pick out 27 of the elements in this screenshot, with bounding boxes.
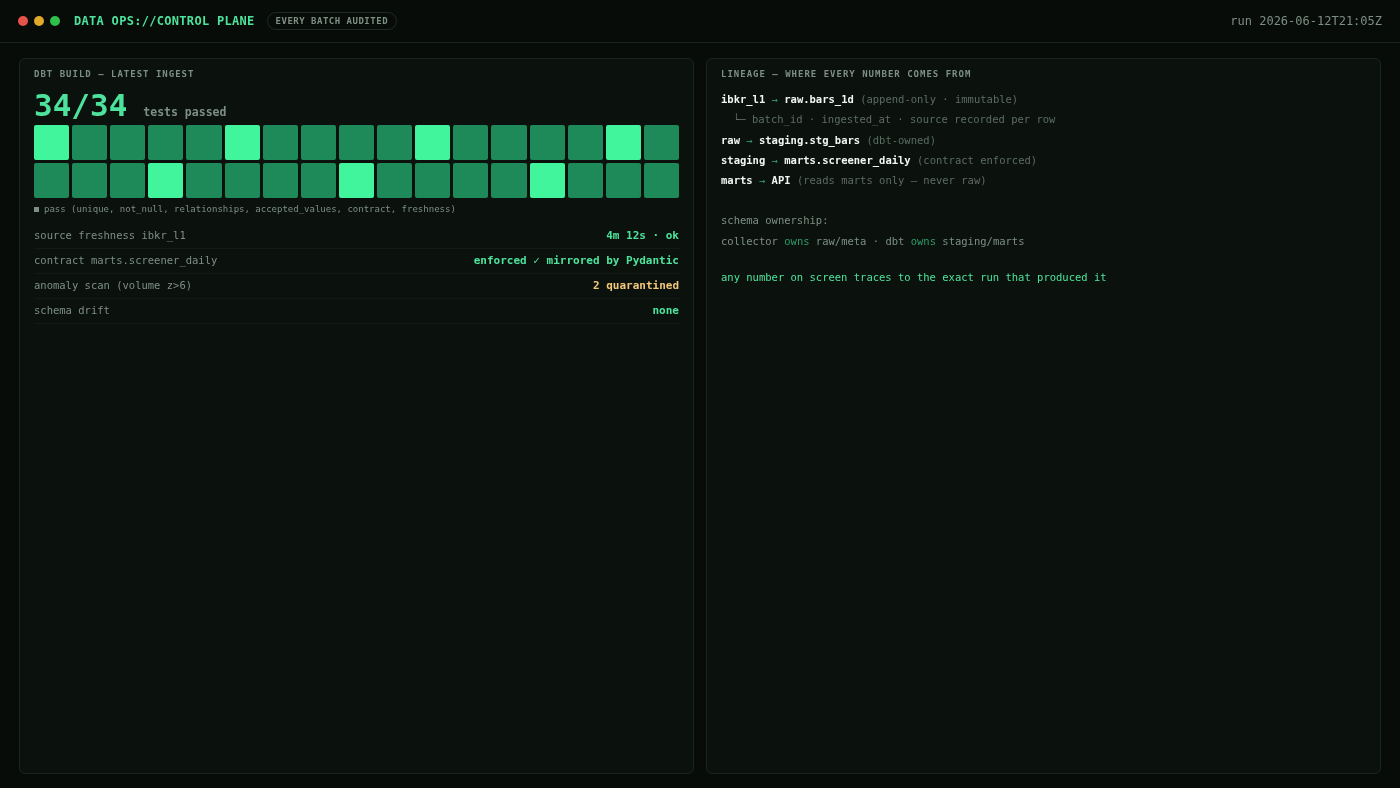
check-value: 4m 12s · ok <box>606 229 679 242</box>
lineage-line: staging → marts.screener_daily (contract enforced) <box>721 152 1039 169</box>
app-title: DATA OPS://CONTROL PLANE <box>74 14 255 28</box>
test-count: 34/34 <box>34 87 128 123</box>
legend-text: pass (unique, not_null, relationships, accepted_values, contract, freshness) <box>44 204 456 214</box>
check-label: schema drift <box>34 304 110 317</box>
check-value: 2 quarantined <box>592 279 679 292</box>
ownership-line: collector owns raw/meta · dbt owns staging/marts <box>721 233 1026 249</box>
window-control-dot[interactable] <box>50 16 60 26</box>
check-label: contract marts.screener_daily <box>34 254 218 267</box>
lineage-detail: └─ batch_id · ingested_at · source recorded per row <box>732 112 1057 128</box>
lineage-line: marts → API (reads marts only — never raw) <box>721 173 988 189</box>
lineage-line: raw → staging.stg_bars (dbt-owned) <box>721 132 937 149</box>
check-label: anomaly scan (volume z>6) <box>34 279 193 292</box>
run-timestamp: run 2026-06-12T21:05Z <box>1230 14 1382 28</box>
legend-square-icon <box>34 206 39 212</box>
check-label: source freshness ibkr_l1 <box>34 229 186 242</box>
check-value: none <box>652 304 679 317</box>
test-count-label: tests passed <box>143 105 227 119</box>
window-control-dot[interactable] <box>18 16 28 26</box>
check-value: enforced ✓ mirrored by Pydantic <box>473 254 679 267</box>
lineage-line: ibkr_l1 → raw.bars_1d (append-only · immutable) <box>721 92 1020 108</box>
ownership-heading: schema ownership: <box>721 213 830 229</box>
panel-heading: DBT BUILD — LATEST INGEST <box>34 69 196 79</box>
panel-heading: LINEAGE — WHERE EVERY NUMBER COMES FROM <box>721 69 973 79</box>
traceability-note: any number on screen traces to the exact run that produced it <box>721 271 1108 284</box>
window-control-dot[interactable] <box>34 16 44 26</box>
